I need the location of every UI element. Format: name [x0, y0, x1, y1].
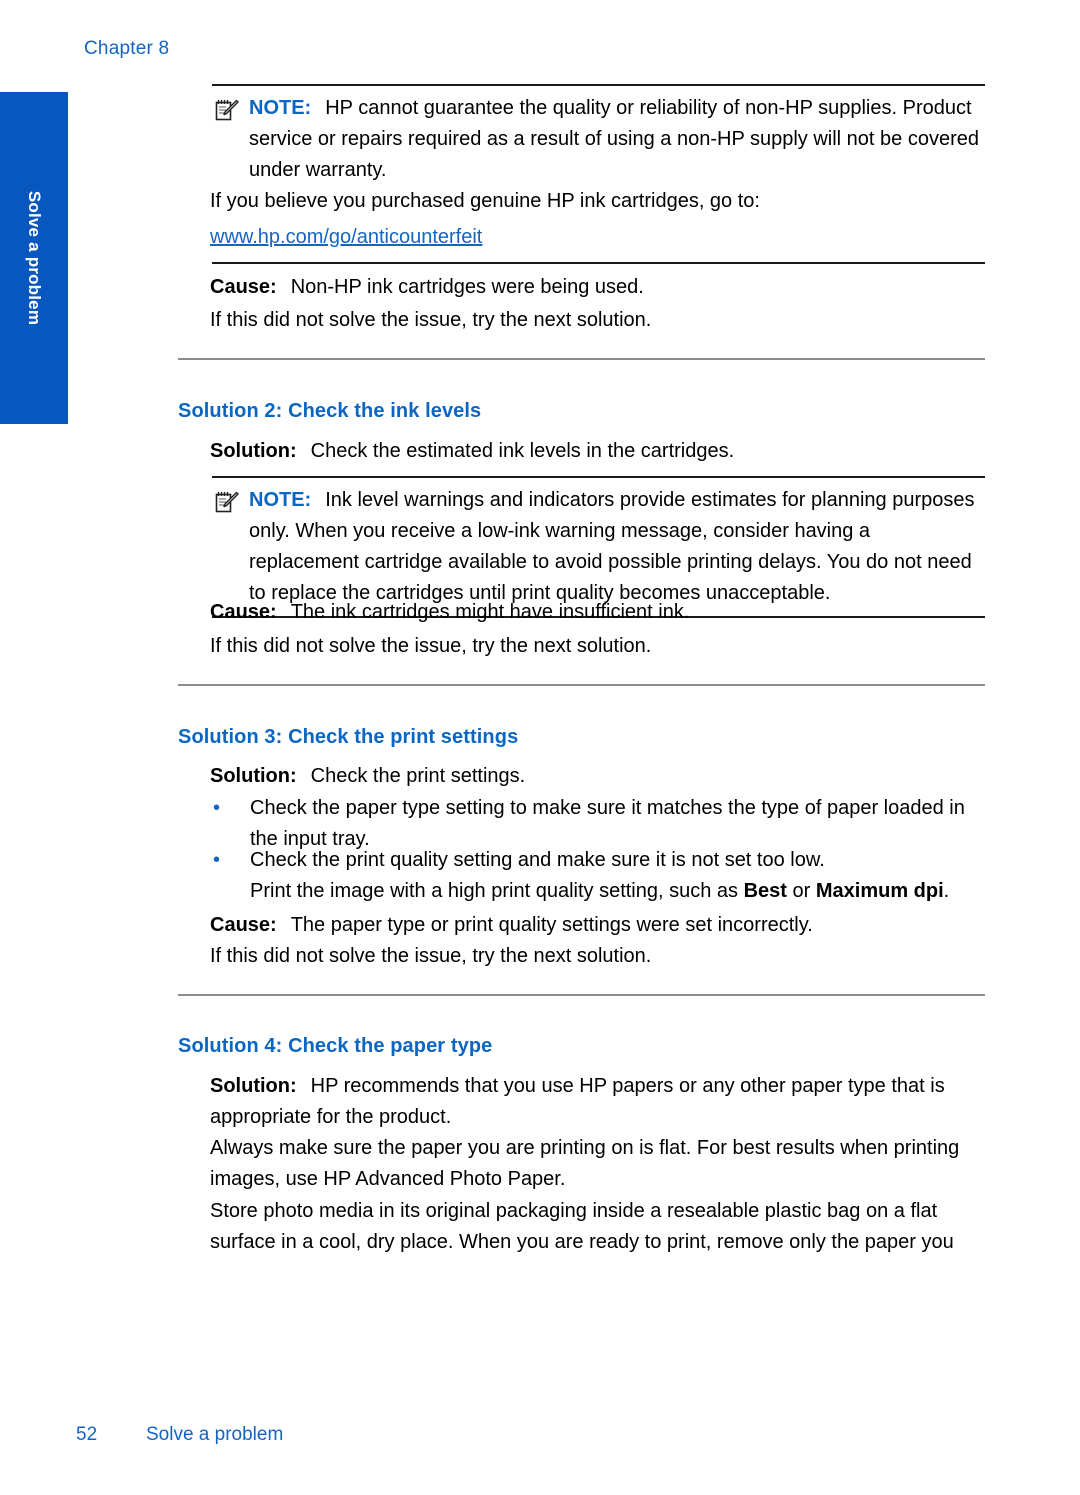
solution-text: Check the estimated ink levels in the ca…: [310, 440, 735, 462]
cause-text: The paper type or print quality settings…: [290, 914, 813, 936]
note-pad-pencil-icon: [214, 97, 240, 123]
section-divider-1: [178, 358, 985, 360]
side-thumb-tab-label: Solve a problem: [25, 190, 44, 326]
solution-2-solution-line: Solution: Check the estimated ink levels …: [210, 436, 985, 467]
page-footer: 52 Solve a problem: [76, 1424, 283, 1446]
list-item: • Check the print quality setting and ma…: [210, 845, 985, 876]
solution-label: Solution:: [210, 1075, 297, 1097]
note-text: NOTE: HP cannot guarantee the quality or …: [249, 93, 985, 186]
sub-text-pre: Print the image with a high print qualit…: [250, 880, 744, 902]
solution-3-bullet-sub-text: Print the image with a high print qualit…: [250, 876, 985, 907]
note-body: NOTE: Ink level warnings and indicators p…: [212, 478, 985, 616]
heading-solution-2: Solution 2: Check the ink levels: [178, 400, 482, 422]
cause-label: Cause:: [210, 276, 277, 298]
chapter-running-head: Chapter 8: [84, 38, 170, 59]
solution-4-paragraph-3: Store photo media in its original packag…: [210, 1200, 954, 1253]
side-thumb-tab: Solve a problem: [0, 92, 68, 424]
sub-text-mid: or: [786, 880, 816, 902]
solution-2-next-line: If this did not solve the issue, try the…: [210, 635, 652, 657]
section-divider-2: [178, 684, 985, 686]
anticounterfeit-link[interactable]: www.hp.com/go/anticounterfeit: [210, 226, 482, 248]
solution-label: Solution:: [210, 765, 297, 787]
cause-text: Non-HP ink cartridges were being used.: [290, 276, 644, 298]
cause-label: Cause:: [210, 914, 277, 936]
solution-label: Solution:: [210, 440, 297, 462]
footer-page-number: 52: [76, 1424, 98, 1445]
note-rule-bottom-wrapper: [212, 262, 985, 264]
note-text: NOTE: Ink level warnings and indicators p…: [249, 485, 985, 609]
sub-text-bold-maximum-dpi: Maximum dpi: [815, 880, 944, 902]
sub-text-post: .: [943, 880, 950, 902]
solution-2-cause-line: Cause: The ink cartridges might have insu…: [210, 597, 985, 628]
cause-text: The ink cartridges might have insufficie…: [290, 601, 690, 623]
next-solution-line-top: If this did not solve the issue, try the…: [210, 309, 652, 331]
cause-line-top: Cause: Non-HP ink cartridges were being u…: [210, 272, 985, 303]
note-followup-paragraph: If you believe you purchased genuine HP …: [210, 190, 760, 212]
heading-solution-3: Solution 3: Check the print settings: [178, 726, 519, 748]
footer-section-title: Solve a problem: [146, 1424, 284, 1445]
note-pad-pencil-icon: [214, 489, 240, 515]
note-keyword: NOTE:: [249, 97, 312, 119]
list-item-label: Check the print quality setting and make…: [250, 849, 825, 871]
note-block-non-hp-supplies: NOTE: HP cannot guarantee the quality or …: [212, 84, 985, 193]
solution-text: Check the print settings.: [310, 765, 526, 787]
heading-solution-4: Solution 4: Check the paper type: [178, 1035, 493, 1057]
bullet-dot-icon: •: [213, 797, 221, 819]
solution-4-paragraph-2: Always make sure the paper you are print…: [210, 1137, 960, 1190]
solution-4-solution-line: Solution: HP recommends that you use HP p…: [210, 1071, 985, 1133]
bullet-dot-icon: •: [213, 849, 221, 871]
sub-text-bold-best: Best: [743, 880, 787, 902]
solution-3-cause-line: Cause: The paper type or print quality se…: [210, 910, 985, 941]
cause-label: Cause:: [210, 601, 277, 623]
note-message: HP cannot guarantee the quality or relia…: [249, 97, 979, 181]
note-keyword: NOTE:: [249, 489, 312, 511]
section-divider-3: [178, 994, 985, 996]
solution-text: HP recommends that you use HP papers or …: [210, 1075, 945, 1128]
anticounterfeit-link-wrapper: www.hp.com/go/anticounterfeit: [210, 222, 985, 253]
solution-3-solution-line: Solution: Check the print settings.: [210, 761, 985, 792]
note-message: Ink level warnings and indicators provid…: [249, 489, 975, 604]
solution-3-next-line: If this did not solve the issue, try the…: [210, 945, 652, 967]
note-body: NOTE: HP cannot guarantee the quality or …: [212, 86, 985, 193]
note-rule-bottom: [212, 262, 985, 264]
